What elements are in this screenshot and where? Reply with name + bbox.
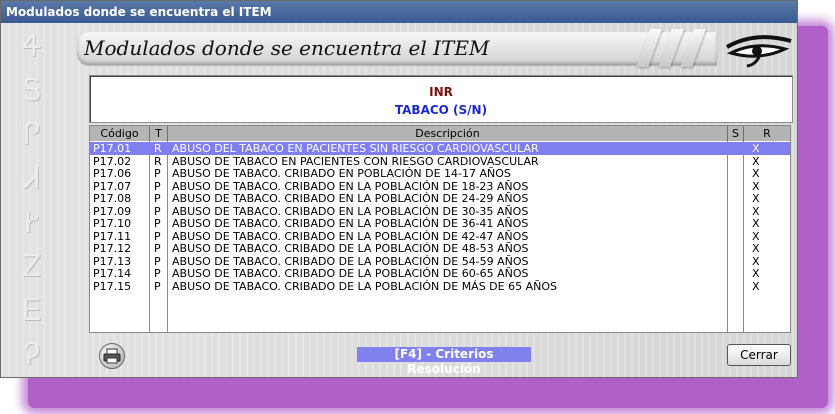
cell-description: ABUSO DEL TABACO EN PACIENTES SIN RIESGO… — [172, 142, 539, 155]
cell-description: ABUSO DE TABACO. CRIBADO EN LA POBLACIÓN… — [172, 192, 529, 205]
decorative-glyph: Ꮞ — [22, 29, 44, 64]
table-row[interactable]: P17.02 R ABUSO DE TABACO EN PACIENTES CON … — [90, 155, 790, 168]
cell-t: P — [154, 204, 161, 218]
cell-description: ABUSO DE TABACO. CRIBADO EN LA POBLACIÓN… — [172, 204, 529, 218]
table-row[interactable]: P17.01 R ABUSO DEL TABACO EN PACIENTES SIN… — [90, 142, 790, 155]
table-row[interactable]: P17.15 P ABUSO DE TABACO. CRIBADO DE LA PO… — [90, 280, 790, 293]
item-info-panel: INR TABACO (S/N) — [89, 75, 793, 123]
column-header-s[interactable]: S — [728, 126, 744, 141]
cell-code: P17.09 — [93, 204, 132, 218]
print-button[interactable] — [99, 343, 125, 369]
cell-r: X — [752, 254, 760, 268]
column-header-code[interactable]: Código — [90, 126, 150, 141]
cell-code: P17.02 — [93, 154, 132, 168]
f4-criterios-resolucion-label[interactable]: [F4] - Criterios Resolución — [357, 347, 531, 376]
cell-t: P — [154, 217, 161, 230]
table-row[interactable]: P17.06 P ABUSO DE TABACO. CRIBADO EN POBLA… — [90, 167, 790, 180]
cell-t: R — [154, 142, 162, 155]
cell-r: X — [752, 242, 760, 255]
header-title: Modulados donde se encuentra el ITEM — [84, 36, 490, 60]
eye-of-horus-icon — [725, 29, 793, 69]
cell-r: X — [752, 204, 760, 218]
item-name: TABACO (S/N) — [394, 103, 488, 117]
decorative-glyph: Ꭸ — [24, 205, 42, 240]
column-header-description[interactable]: Descripción — [168, 126, 728, 141]
cell-t: P — [154, 279, 161, 293]
decorative-glyph: Ꮓ — [22, 249, 44, 284]
cell-code: P17.13 — [93, 254, 132, 268]
cell-description: ABUSO DE TABACO. CRIBADO DE LA POBLACIÓN… — [172, 267, 529, 280]
cell-r: X — [752, 167, 760, 180]
cell-code: P17.06 — [93, 167, 132, 180]
cell-description: ABUSO DE TABACO. CRIBADO DE LA POBLACIÓN… — [172, 242, 529, 255]
cell-code: P17.07 — [93, 179, 132, 193]
cell-r: X — [752, 279, 760, 293]
table-row[interactable]: P17.12 P ABUSO DE TABACO. CRIBADO DE LA PO… — [90, 242, 790, 255]
cell-code: P17.08 — [93, 192, 132, 205]
cell-code: P17.10 — [93, 217, 132, 230]
cell-code: P17.14 — [93, 267, 132, 280]
cell-description: ABUSO DE TABACO. CRIBADO DE LA POBLACIÓN… — [172, 279, 557, 293]
cell-r: X — [752, 154, 760, 168]
cell-r: X — [752, 229, 760, 243]
cell-t: P — [154, 254, 161, 268]
decorative-glyph: Ꮅ — [23, 117, 43, 152]
cell-description: ABUSO DE TABACO. CRIBADO EN LA POBLACIÓN… — [172, 217, 529, 230]
table-row[interactable]: P17.13 P ABUSO DE TABACO. CRIBADO DE LA PO… — [90, 255, 790, 268]
cell-description: ABUSO DE TABACO EN PACIENTES CON RIESGO … — [172, 154, 539, 168]
cell-r: X — [752, 267, 760, 280]
column-header-r[interactable]: R — [744, 126, 790, 141]
table-row[interactable]: P17.08 P ABUSO DE TABACO. CRIBADO EN LA PO… — [90, 192, 790, 205]
cell-description: ABUSO DE TABACO. CRIBADO EN LA POBLACIÓN… — [172, 229, 529, 243]
cell-t: P — [154, 192, 161, 205]
item-code: INR — [429, 85, 453, 99]
cell-r: X — [752, 179, 760, 193]
printer-icon — [103, 348, 121, 364]
cell-code: P17.01 — [93, 142, 132, 155]
close-button[interactable]: Cerrar — [727, 344, 791, 366]
cell-description: ABUSO DE TABACO. CRIBADO EN LA POBLACIÓN… — [172, 179, 529, 193]
cell-t: P — [154, 167, 161, 180]
cell-description: ABUSO DE TABACO. CRIBADO EN POBLACIÓN DE… — [172, 167, 511, 180]
cell-r: X — [752, 217, 760, 230]
cell-code: P17.12 — [93, 242, 132, 255]
table-row[interactable]: P17.14 P ABUSO DE TABACO. CRIBADO DE LA PO… — [90, 267, 790, 280]
decorative-glyph: Ꭶ — [22, 73, 44, 108]
cell-code: P17.15 — [93, 279, 132, 293]
cell-t: P — [154, 229, 161, 243]
cell-r: X — [752, 192, 760, 205]
table-row[interactable]: P17.10 P ABUSO DE TABACO. CRIBADO EN LA PO… — [90, 217, 790, 230]
cell-description: ABUSO DE TABACO. CRIBADO DE LA POBLACIÓN… — [172, 254, 529, 268]
cell-t: R — [154, 154, 162, 168]
table-header: Código T Descripción S R — [90, 126, 790, 141]
dialog-window: Modulados donde se encuentra el ITEM ᏎᎦᎵ… — [0, 0, 798, 378]
cell-t: P — [154, 242, 161, 255]
decorative-glyph-strip: ᏎᎦᎵᏗᎨᏃᎬᎮ — [7, 25, 59, 375]
decorative-glyph: Ꮧ — [24, 161, 42, 196]
modulados-table[interactable]: Código T Descripción S R P17.01 R ABUSO DE… — [89, 125, 791, 333]
column-header-t[interactable]: T — [150, 126, 168, 141]
table-row[interactable]: P17.11 P ABUSO DE TABACO. CRIBADO EN LA PO… — [90, 230, 790, 243]
decorative-glyph: Ꭾ — [24, 337, 42, 372]
decorative-glyph: Ꭼ — [22, 293, 44, 328]
table-row[interactable]: P17.09 P ABUSO DE TABACO. CRIBADO EN LA PO… — [90, 205, 790, 218]
cell-r: X — [752, 142, 760, 155]
cell-t: P — [154, 179, 161, 193]
table-row[interactable]: P17.07 P ABUSO DE TABACO. CRIBADO EN LA PO… — [90, 180, 790, 193]
window-titlebar[interactable]: Modulados donde se encuentra el ITEM — [1, 1, 797, 23]
cell-t: P — [154, 267, 161, 280]
cell-code: P17.11 — [93, 229, 132, 243]
